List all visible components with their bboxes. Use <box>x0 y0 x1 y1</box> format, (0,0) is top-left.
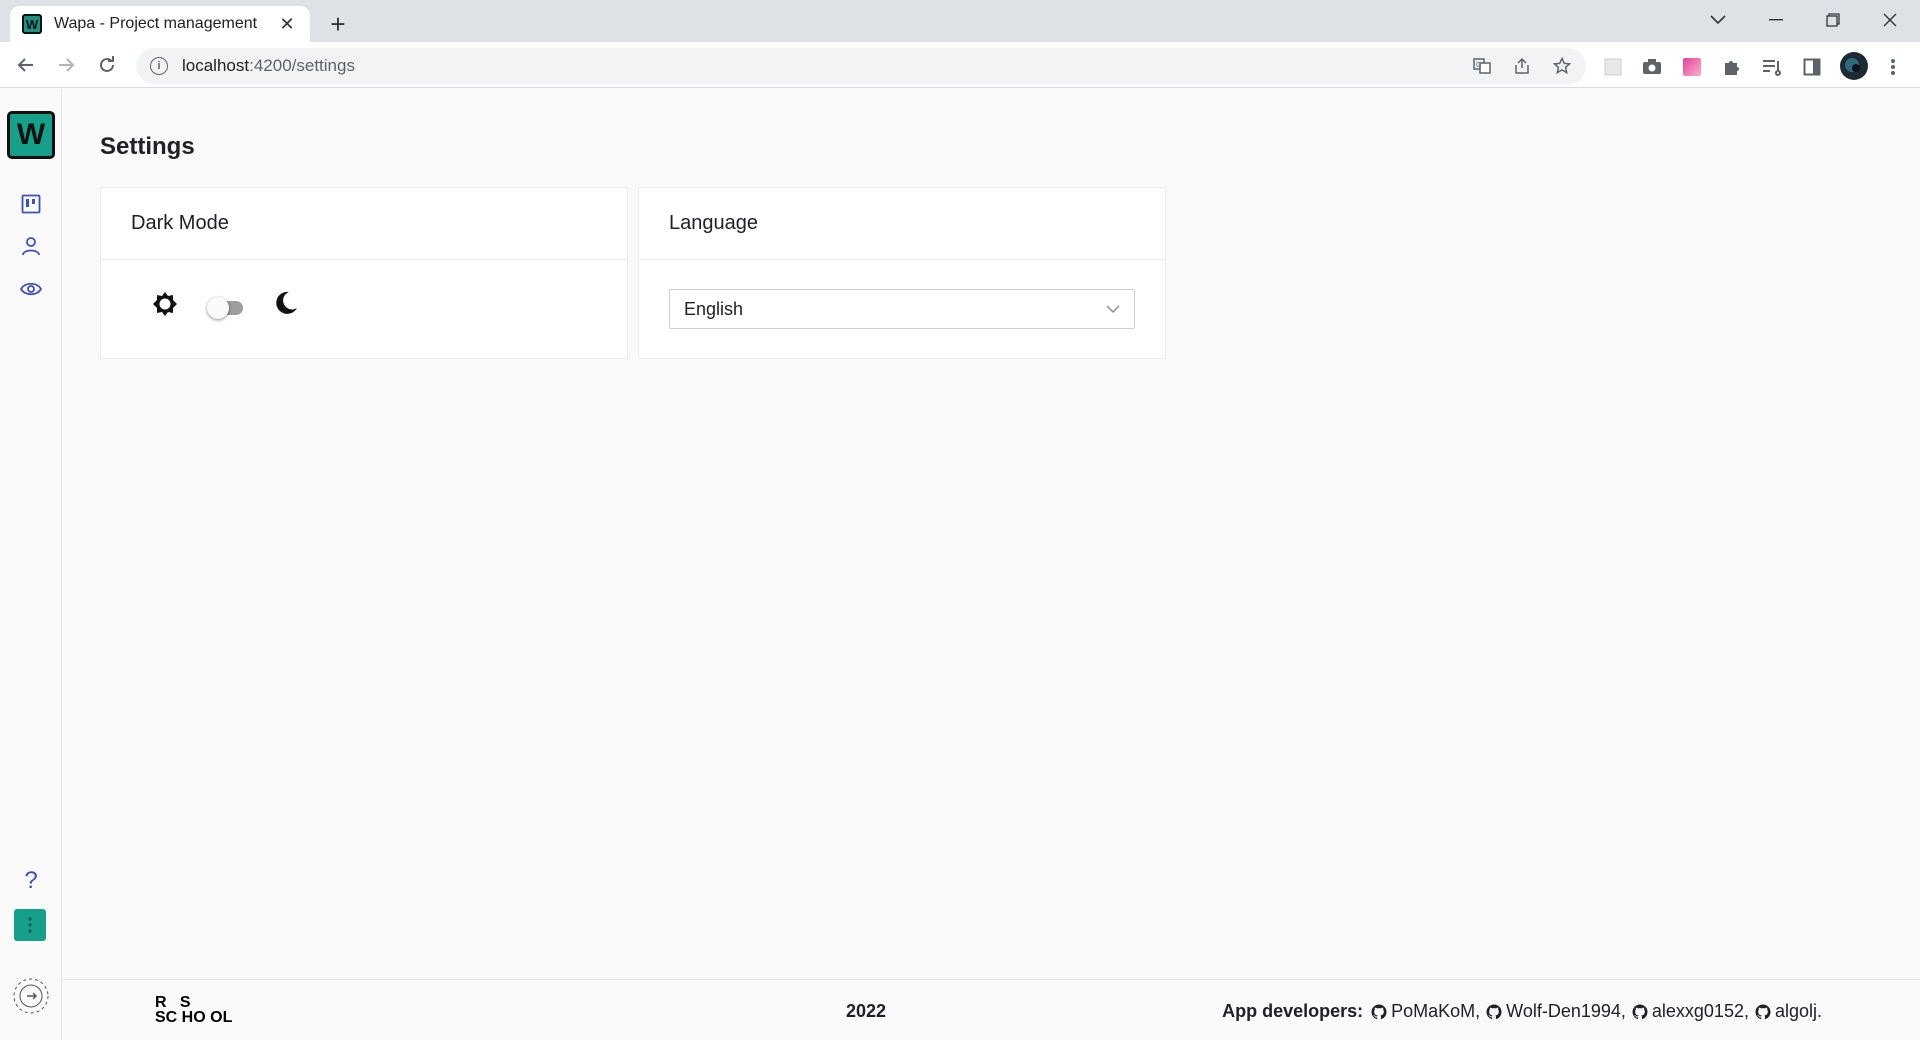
extension-icon[interactable] <box>1602 56 1624 78</box>
developer-name: PoMaKoM, <box>1391 1001 1481 1021</box>
browser-tabbar: W Wapa - Project management ✕ + <box>0 0 1920 42</box>
tab-close-icon[interactable]: ✕ <box>276 13 298 35</box>
app-logo[interactable]: W <box>7 111 55 159</box>
url-text: localhost:4200/settings <box>182 56 355 76</box>
profile-avatar[interactable] <box>1840 52 1868 80</box>
github-icon <box>1486 1004 1502 1019</box>
app-footer: R S SC HO OL 2022 App developers: PoMaKo… <box>63 979 1920 1040</box>
github-icon <box>1632 1004 1648 1019</box>
developer-name: Wolf-Den1994, <box>1506 1001 1626 1021</box>
puzzle-icon[interactable] <box>1721 56 1743 78</box>
sun-icon <box>151 290 179 318</box>
developers-label: App developers: <box>1222 1001 1364 1021</box>
app-sidebar: W ? <box>0 89 62 1040</box>
developer-link[interactable]: PoMaKoM, <box>1371 1001 1480 1022</box>
github-icon <box>1371 1004 1387 1019</box>
camera-icon[interactable] <box>1641 56 1663 78</box>
svg-text:G: G <box>1476 62 1481 69</box>
tab-search-icon[interactable] <box>1690 0 1746 40</box>
restore-icon[interactable] <box>1805 0 1861 40</box>
side-panel-icon[interactable] <box>1801 56 1823 78</box>
tab-title: Wapa - Project management <box>54 15 258 32</box>
language-card: Language English <box>638 187 1166 359</box>
github-icon <box>1755 1004 1771 1019</box>
footer-developers: App developers: PoMaKoM, Wolf-Den1994, a… <box>1222 1001 1828 1022</box>
developer-link[interactable]: Wolf-Den1994, <box>1486 1001 1626 1022</box>
url-path: :4200/settings <box>249 56 355 75</box>
site-info-icon[interactable]: i <box>150 57 168 75</box>
reload-icon[interactable] <box>91 49 123 81</box>
help-icon[interactable]: ? <box>19 867 43 895</box>
dark-mode-card: Dark Mode <box>100 187 628 359</box>
moon-icon <box>271 289 299 317</box>
chevron-down-icon <box>1104 300 1122 318</box>
sidebar-more-button[interactable] <box>14 909 46 941</box>
developer-name: alexxg0152, <box>1651 1001 1749 1021</box>
board-icon[interactable] <box>19 192 43 216</box>
eye-icon[interactable] <box>19 277 43 301</box>
tab-favicon: W <box>22 14 42 34</box>
language-select-value: English <box>684 298 744 319</box>
developer-name: algolj. <box>1774 1001 1822 1021</box>
footer-year: 2022 <box>846 1001 887 1021</box>
new-tab-icon[interactable]: + <box>322 8 354 40</box>
page-title: Settings <box>100 133 195 160</box>
reading-list-icon[interactable] <box>1761 56 1783 78</box>
url-host: localhost <box>182 56 250 75</box>
back-icon[interactable] <box>10 49 42 81</box>
color-extension-icon[interactable] <box>1681 56 1703 78</box>
developer-link[interactable]: alexxg0152, <box>1632 1001 1749 1022</box>
address-bar[interactable]: i localhost:4200/settings G <box>136 48 1586 84</box>
language-select[interactable]: English <box>669 289 1135 329</box>
close-window-icon[interactable] <box>1862 0 1918 40</box>
browser-toolbar: i localhost:4200/settings G <box>0 42 1920 88</box>
rs-logo-bottom: SC HO OL <box>155 1009 233 1026</box>
browser-tab[interactable]: W Wapa - Project management ✕ <box>10 6 310 42</box>
user-icon[interactable] <box>19 234 43 258</box>
developer-link[interactable]: algolj. <box>1755 1001 1822 1022</box>
logout-icon[interactable] <box>8 973 54 1019</box>
bookmark-star-icon[interactable] <box>1552 56 1572 76</box>
dark-mode-toggle-thumb[interactable] <box>207 297 229 319</box>
dark-mode-title: Dark Mode <box>101 188 627 260</box>
rs-logo-top: R S <box>155 994 191 1011</box>
rs-school-logo[interactable]: R S SC HO OL <box>155 995 245 1029</box>
language-title: Language <box>639 188 1165 260</box>
share-icon[interactable] <box>1512 56 1532 76</box>
translate-icon[interactable]: G <box>1472 56 1492 76</box>
forward-icon[interactable] <box>50 49 82 81</box>
minimize-icon[interactable] <box>1748 0 1804 40</box>
more-menu-icon[interactable] <box>1882 56 1904 78</box>
